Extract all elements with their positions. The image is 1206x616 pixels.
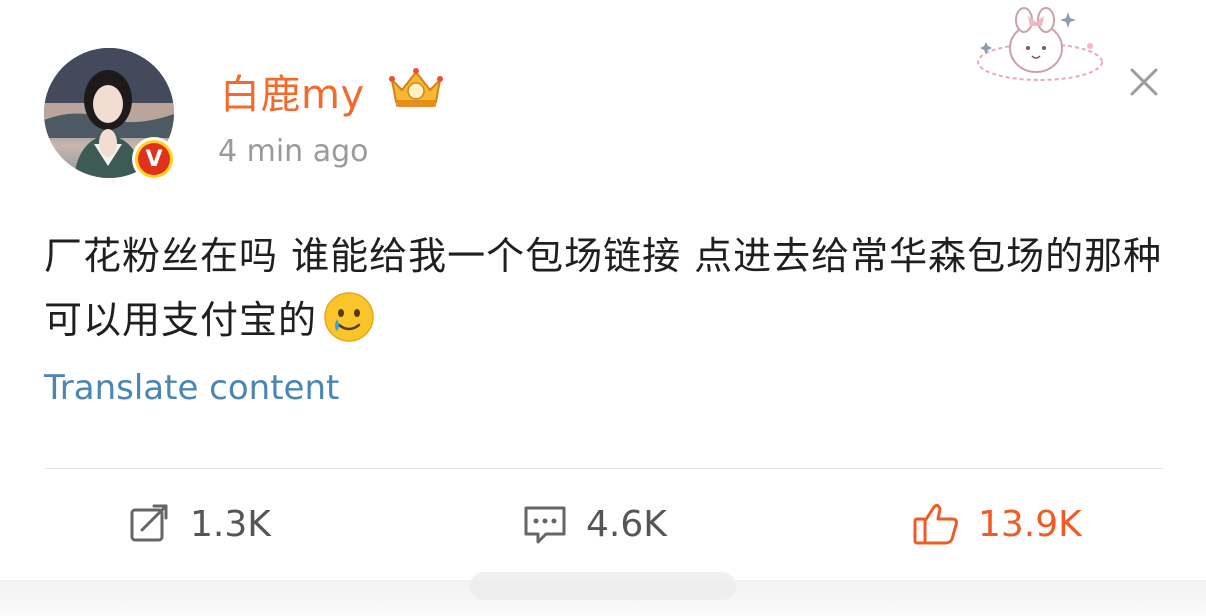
- post-body: 厂花粉丝在吗 谁能给我一个包场链接 点进去给常华森包场的那种 可以用支付宝的: [44, 224, 1174, 362]
- crown-badge-icon[interactable]: [386, 64, 446, 116]
- repost-count: 1.3K: [190, 503, 271, 545]
- like-count: 13.9K: [978, 503, 1082, 545]
- bottom-placeholder: [470, 572, 736, 600]
- post-timestamp: 4 min ago: [218, 134, 369, 169]
- comment-icon: [524, 506, 566, 544]
- like-button[interactable]: 13.9K: [912, 500, 1082, 548]
- post-text: 厂花粉丝在吗 谁能给我一个包场链接 点进去给常华森包场的那种 可以用支付宝的: [44, 234, 1163, 342]
- comment-button[interactable]: 4.6K: [522, 500, 667, 548]
- translate-link[interactable]: Translate content: [44, 368, 339, 408]
- repost-icon: [130, 504, 168, 542]
- repost-button[interactable]: 1.3K: [128, 500, 271, 548]
- crying-smile-emoji-icon: [323, 291, 375, 362]
- close-button[interactable]: [1122, 60, 1166, 104]
- comment-count: 4.6K: [586, 503, 667, 545]
- bunny-sticker-icon: [958, 6, 1118, 100]
- like-icon: [913, 503, 958, 545]
- close-icon: [1130, 68, 1158, 96]
- username[interactable]: 白鹿my: [220, 62, 365, 120]
- verified-badge-icon: V: [132, 137, 176, 181]
- divider: [44, 468, 1164, 469]
